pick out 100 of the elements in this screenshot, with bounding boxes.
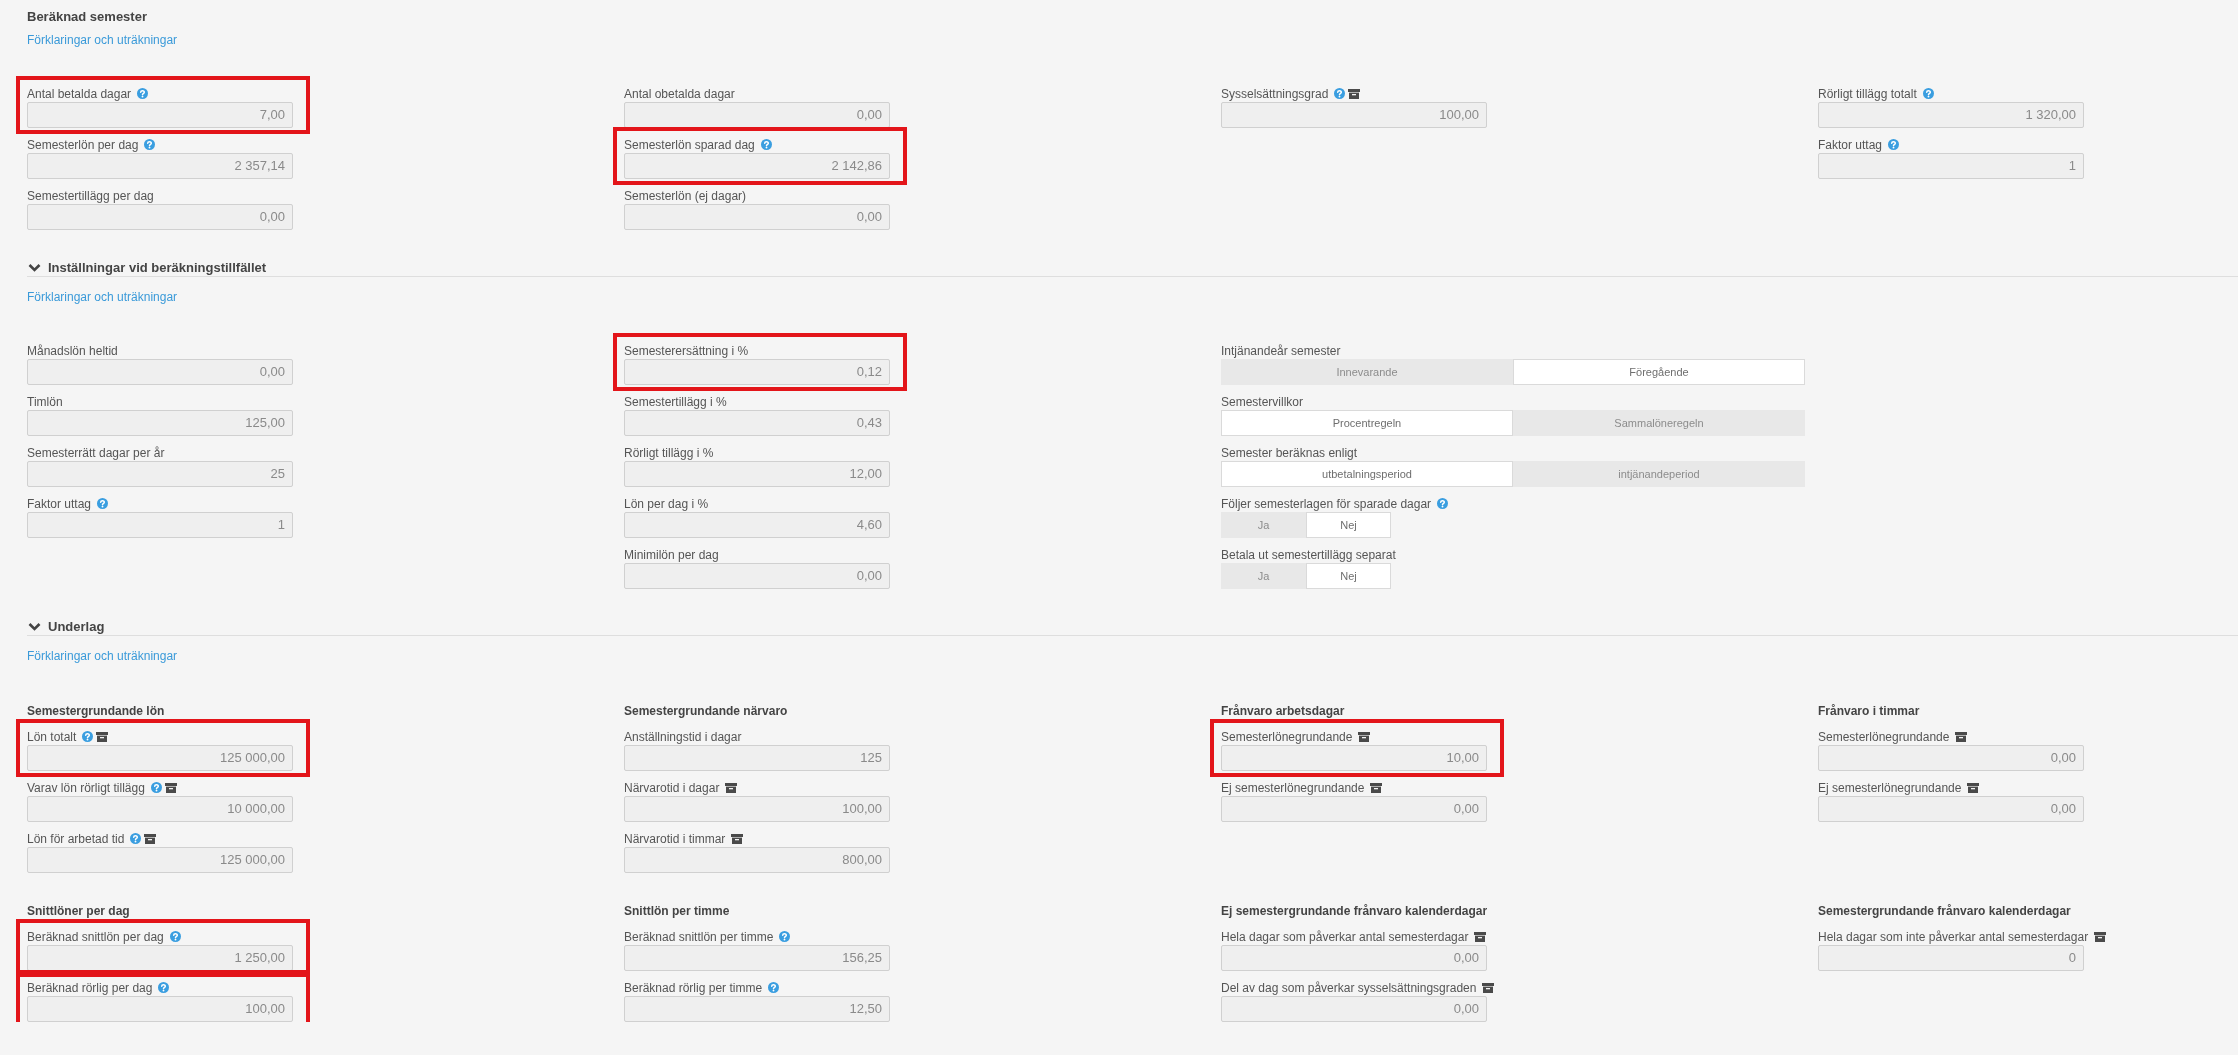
field-label: Betala ut semestertillägg separat: [1221, 547, 1396, 562]
field-label: Närvarotid i dagar: [624, 780, 720, 795]
number-field[interactable]: 125: [624, 745, 890, 771]
number-field[interactable]: 0: [1818, 945, 2084, 971]
number-field[interactable]: 0,00: [1221, 996, 1487, 1022]
help-icon[interactable]: [144, 139, 156, 150]
number-field[interactable]: 1: [1818, 153, 2084, 179]
field-label: Semestertillägg i %: [624, 394, 727, 409]
group-heading: Semestergrundande närvaro: [624, 703, 788, 720]
group-heading: Snittlön per timme: [624, 903, 730, 920]
number-field[interactable]: 0,00: [27, 359, 293, 385]
number-field[interactable]: 0,00: [27, 204, 293, 230]
number-field[interactable]: 10 000,00: [27, 796, 293, 822]
field-label: Antal obetalda dagar: [624, 86, 735, 101]
field-label: Lön per dag i %: [624, 496, 709, 511]
field-label: Hela dagar som inte påverkar antal semesterdagar: [1818, 929, 2089, 944]
help-icon[interactable]: [1922, 88, 1934, 99]
field-label: Rörligt tillägg totalt: [1818, 86, 1917, 101]
number-field[interactable]: 1 250,00: [27, 945, 293, 971]
help-icon[interactable]: [779, 931, 791, 942]
field-label: Intjänandeår semester: [1221, 343, 1341, 358]
number-field[interactable]: 125 000,00: [27, 847, 293, 873]
field-label: Semester beräknas enligt: [1221, 445, 1358, 460]
field-label: Minimilön per dag: [624, 547, 719, 562]
number-field[interactable]: 4,60: [624, 512, 890, 538]
field-label: Semesterlön per dag: [27, 137, 139, 152]
number-field[interactable]: 156,25: [624, 945, 890, 971]
number-field[interactable]: 125,00: [27, 410, 293, 436]
number-field[interactable]: 25: [27, 461, 293, 487]
number-field[interactable]: 0,00: [624, 204, 890, 230]
group-heading: Frånvaro i timmar: [1818, 703, 1920, 720]
section-toggle[interactable]: Inställningar vid beräkningstillfället: [27, 258, 267, 276]
number-field[interactable]: 800,00: [624, 847, 890, 873]
number-field[interactable]: 7,00: [27, 102, 293, 128]
field-label: Sysselsättningsgrad: [1221, 86, 1329, 101]
field-label: Del av dag som påverkar sysselsättningsgraden: [1221, 980, 1477, 995]
number-field[interactable]: 0,00: [1221, 796, 1487, 822]
segment-button[interactable]: Innevarande: [1221, 359, 1513, 385]
field-label: Ej semesterlönegrundande: [1818, 780, 1962, 795]
field-label: Varav lön rörligt tillägg: [27, 780, 145, 795]
field-label: Anställningstid i dagar: [624, 729, 742, 744]
help-icon[interactable]: [158, 982, 170, 993]
segment-button[interactable]: Ja: [1221, 512, 1306, 538]
number-field[interactable]: 0,00: [624, 102, 890, 128]
number-field[interactable]: 100,00: [1221, 102, 1487, 128]
help-icon[interactable]: [1334, 88, 1346, 99]
number-field[interactable]: 0,43: [624, 410, 890, 436]
explanations-link[interactable]: Förklaringar och uträkningar: [27, 32, 178, 49]
field-label: Närvarotid i timmar: [624, 831, 726, 846]
field-label: Timlön: [27, 394, 63, 409]
field-label: Semesterlönegrundande: [1818, 729, 1950, 744]
number-field[interactable]: 10,00: [1221, 745, 1487, 771]
number-field[interactable]: 1 320,00: [1818, 102, 2084, 128]
field-label: Beräknad snittlön per timme: [624, 929, 774, 944]
segment-button[interactable]: Sammalöneregeln: [1513, 410, 1805, 436]
help-icon[interactable]: [130, 833, 142, 844]
help-icon[interactable]: [150, 782, 162, 793]
help-icon[interactable]: [768, 982, 780, 993]
field-label: Beräknad rörlig per dag: [27, 980, 153, 995]
field-label: Semestertillägg per dag: [27, 188, 154, 203]
number-field[interactable]: 2 357,14: [27, 153, 293, 179]
number-field[interactable]: 0,00: [624, 563, 890, 589]
field-label: Semesterlönegrundande: [1221, 729, 1353, 744]
explanations-link[interactable]: Förklaringar och uträkningar: [27, 648, 178, 665]
segment-button[interactable]: Föregående: [1513, 359, 1805, 385]
field-label: Lön totalt: [27, 729, 77, 744]
segment-button[interactable]: Nej: [1306, 512, 1391, 538]
help-icon[interactable]: [1437, 498, 1449, 509]
help-icon[interactable]: [97, 498, 109, 509]
number-field[interactable]: 12,00: [624, 461, 890, 487]
help-icon[interactable]: [169, 931, 181, 942]
number-field[interactable]: 0,00: [1818, 745, 2084, 771]
field-label: Faktor uttag: [27, 496, 92, 511]
segment-button[interactable]: utbetalningsperiod: [1221, 461, 1513, 487]
number-field[interactable]: 2 142,86: [624, 153, 890, 179]
field-label: Följer semesterlagen för sparade dagar: [1221, 496, 1432, 511]
help-icon[interactable]: [1888, 139, 1900, 150]
help-icon[interactable]: [760, 139, 772, 150]
field-label: Rörligt tillägg i %: [624, 445, 714, 460]
field-label: Beräknad snittlön per dag: [27, 929, 164, 944]
segment-button[interactable]: Ja: [1221, 563, 1306, 589]
help-icon[interactable]: [137, 88, 149, 99]
number-field[interactable]: 100,00: [624, 796, 890, 822]
field-label: Månadslön heltid: [27, 343, 118, 358]
number-field[interactable]: 100,00: [27, 996, 293, 1022]
number-field[interactable]: 12,50: [624, 996, 890, 1022]
segment-button[interactable]: Procentregeln: [1221, 410, 1513, 436]
help-icon[interactable]: [82, 731, 94, 742]
segment-button[interactable]: intjänandeperiod: [1513, 461, 1805, 487]
segment-button[interactable]: Nej: [1306, 563, 1391, 589]
number-field[interactable]: 0,12: [624, 359, 890, 385]
field-label: Beräknad rörlig per timme: [624, 980, 763, 995]
number-field[interactable]: 125 000,00: [27, 745, 293, 771]
field-label: Antal betalda dagar: [27, 86, 132, 101]
group-heading: Semestergrundande frånvaro kalenderdagar: [1818, 903, 2071, 920]
section-toggle[interactable]: Underlag: [27, 617, 105, 635]
explanations-link[interactable]: Förklaringar och uträkningar: [27, 289, 178, 306]
number-field[interactable]: 0,00: [1818, 796, 2084, 822]
number-field[interactable]: 0,00: [1221, 945, 1487, 971]
number-field[interactable]: 1: [27, 512, 293, 538]
